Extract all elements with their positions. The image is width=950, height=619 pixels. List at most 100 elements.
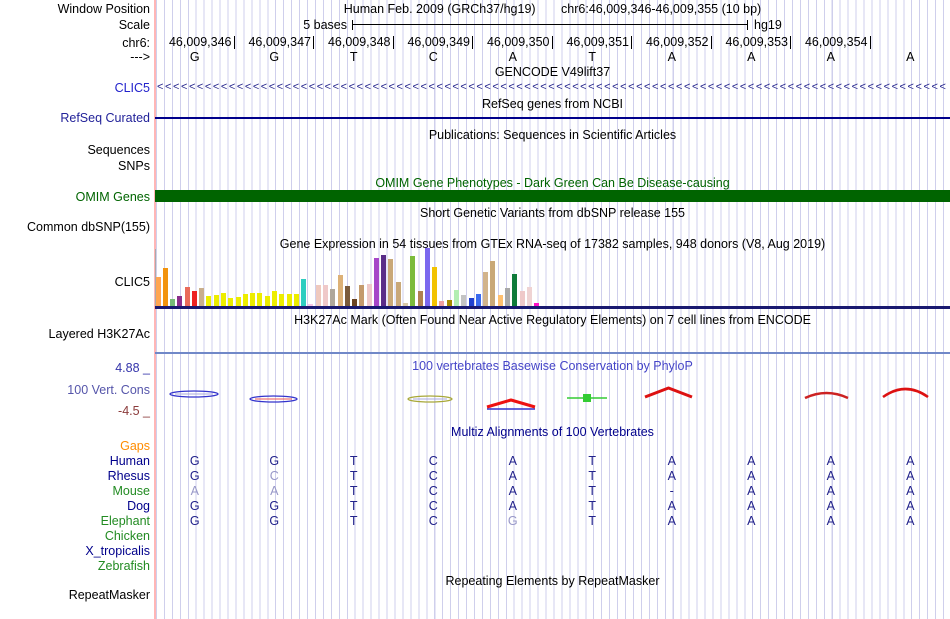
gtex-tissue-bar[interactable] [483, 272, 489, 306]
track-label-clic5-gtex: CLIC5 [114, 275, 150, 289]
left-arrow-icon: < [636, 81, 643, 93]
gtex-tissue-bar[interactable] [184, 287, 190, 306]
left-arrow-icon: < [164, 81, 172, 93]
alignment-base: T [588, 484, 597, 498]
gtex-tissue-bar[interactable] [315, 285, 321, 306]
gtex-tissue-bar[interactable] [424, 248, 430, 306]
gtex-tissue-bar[interactable] [213, 295, 219, 306]
alignment-base: G [189, 469, 200, 483]
left-arrow-icon: < [388, 81, 395, 93]
alignment-base: A [826, 469, 835, 483]
gtex-tissue-bar[interactable] [264, 296, 270, 306]
gtex-tissue-bar[interactable] [519, 291, 525, 306]
left-arrow-icon: < [891, 81, 898, 93]
alignment-base: T [349, 454, 358, 468]
clic5-gene-track[interactable]: < < < < < < < < < < < < < < < < < < < < < < < < < < < < < < < < < < < < < < < <… [157, 81, 946, 94]
gtex-tissue-bar[interactable] [432, 267, 438, 306]
gtex-tissue-bar[interactable] [352, 299, 358, 306]
left-arrow-icon: < [612, 81, 619, 93]
gtex-tissue-bar[interactable] [395, 282, 401, 306]
left-arrow-icon: < [276, 81, 284, 93]
gtex-tissue-bar[interactable] [504, 288, 510, 306]
gtex-tissue-bar[interactable] [388, 259, 394, 306]
alignment-base: T [349, 484, 358, 498]
gtex-tissue-bar[interactable] [337, 275, 343, 306]
gtex-tissue-bar[interactable] [417, 291, 423, 306]
reference-base: A [826, 50, 835, 64]
left-arrow-icon: < [292, 81, 300, 93]
gtex-tissue-bar[interactable] [301, 279, 307, 306]
alignment-base: C [428, 469, 438, 483]
gtex-tissue-bar[interactable] [155, 277, 161, 306]
gtex-tissue-bar[interactable] [286, 294, 292, 306]
gtex-tissue-bar[interactable] [221, 293, 227, 306]
track-label-layered-h3k27ac: Layered H3K27Ac [48, 327, 150, 341]
left-arrow-icon: < [468, 81, 475, 93]
gtex-tissue-bar[interactable] [293, 294, 299, 306]
coordinate-label: 46,009,352 [624, 36, 712, 49]
left-arrow-icon: < [300, 81, 308, 93]
gtex-tissue-bar[interactable] [344, 286, 350, 306]
gtex-tissue-bar[interactable] [228, 298, 234, 306]
left-arrow-icon: < [699, 81, 707, 93]
gtex-tissue-bar[interactable] [170, 299, 176, 306]
gtex-tissue-bar[interactable] [461, 295, 467, 306]
gtex-tissue-bar[interactable] [191, 291, 197, 306]
omim-genes-track[interactable] [155, 190, 950, 202]
gtex-tissue-bar[interactable] [177, 296, 183, 306]
gtex-tissue-bar[interactable] [199, 288, 205, 306]
alignment-base: T [588, 454, 597, 468]
gtex-tissue-bar[interactable] [162, 268, 168, 306]
gtex-tissue-bar[interactable] [490, 261, 496, 306]
gtex-tissue-bar[interactable] [497, 295, 503, 306]
gtex-tissue-bar[interactable] [279, 294, 285, 306]
left-arrow-icon: < [204, 81, 212, 93]
h3k27ac-track[interactable] [155, 352, 950, 354]
alignment-base: A [667, 454, 676, 468]
left-arrow-icon: < [516, 81, 523, 93]
gtex-tissue-bar[interactable] [359, 285, 365, 306]
alignment-base: A [906, 484, 915, 498]
alignment-base: G [189, 514, 200, 528]
left-arrow-icon: < [372, 81, 380, 93]
gtex-tissue-bar[interactable] [250, 293, 256, 306]
refseq-curated-track[interactable] [155, 117, 950, 119]
alignment-base: A [508, 454, 517, 468]
left-arrow-icon: < [731, 81, 739, 93]
gtex-tissue-bar[interactable] [257, 293, 263, 306]
alignment-base: A [747, 469, 756, 483]
reference-base: A [747, 50, 756, 64]
left-arrow-icon: < [540, 81, 547, 93]
left-arrow-icon: < [915, 81, 922, 93]
gtex-tissue-bar[interactable] [322, 285, 328, 306]
gtex-tissue-bar[interactable] [330, 289, 336, 306]
gtex-tissue-bar[interactable] [526, 287, 532, 306]
alignment-base: G [189, 499, 200, 513]
gtex-tissue-bar[interactable] [235, 297, 241, 306]
gtex-tissue-bar[interactable] [381, 255, 387, 306]
gtex-tissue-bar[interactable] [373, 258, 379, 306]
left-arrow-icon: < [779, 81, 787, 93]
left-arrow-icon: < [532, 81, 539, 93]
gtex-tissue-bar[interactable] [453, 290, 459, 306]
reference-base: G [269, 50, 280, 64]
left-arrow-icon: < [644, 81, 651, 93]
gtex-tissue-bar[interactable] [206, 296, 212, 306]
gtex-tissue-bar[interactable] [468, 298, 474, 306]
left-arrow-icon: < [444, 81, 451, 93]
left-arrow-icon: < [859, 81, 867, 93]
track-label-repeatmasker: RepeatMasker [68, 588, 150, 602]
left-arrow-icon: < [835, 81, 843, 93]
left-arrow-icon: < [157, 81, 164, 93]
gtex-tissue-bar[interactable] [410, 256, 416, 306]
gtex-tissue-bar[interactable] [271, 291, 277, 306]
gtex-tissue-bar[interactable] [512, 274, 518, 306]
gtex-tissue-bar[interactable] [475, 294, 481, 306]
reference-base: G [189, 50, 200, 64]
gtex-tissue-bar[interactable] [366, 284, 372, 306]
left-arrow-icon: < [899, 81, 906, 93]
left-arrow-icon: < [628, 81, 635, 93]
gtex-tissue-bar[interactable] [242, 294, 248, 306]
species-label-chicken: Chicken [104, 529, 150, 543]
left-arrow-icon: < [660, 81, 667, 93]
